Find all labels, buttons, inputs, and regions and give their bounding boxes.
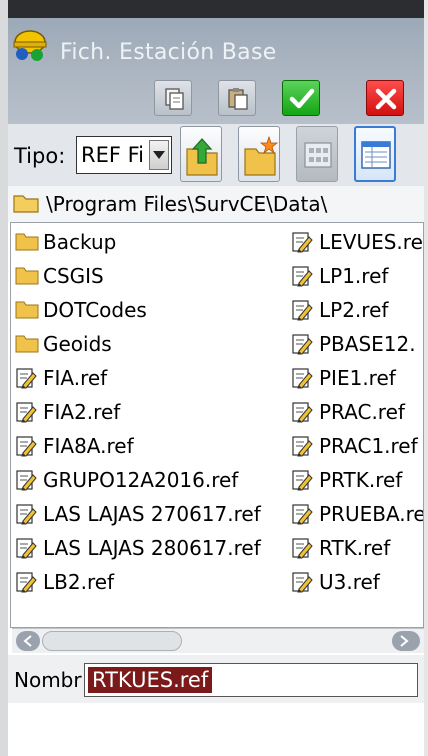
folder-icon	[15, 265, 39, 290]
list-item-label: PRAC1.ref	[319, 434, 418, 458]
folder-icon	[15, 299, 39, 324]
window-title: Fich. Estación Base	[60, 40, 277, 65]
icon-view-icon	[304, 142, 332, 168]
list-item-label: RTK.ref	[319, 536, 391, 560]
surveyor-helmet-icon	[13, 30, 47, 61]
new-folder-icon	[244, 135, 279, 176]
copy-icon	[165, 88, 184, 110]
horizontal-scrollbar[interactable]	[12, 628, 424, 653]
dropdown-arrow[interactable]	[149, 140, 169, 170]
ref-file-icon	[15, 367, 37, 394]
list-item-label: PRUEBA.re	[319, 502, 424, 526]
scroll-left-button[interactable]	[16, 631, 40, 651]
current-path: \Program Files\SurvCE\Data\	[46, 192, 328, 216]
ref-file-icon	[291, 367, 313, 394]
list-item-label: LP2.ref	[319, 298, 389, 322]
filename-input[interactable]: RTKUES.ref	[84, 663, 418, 697]
list-item-label: LB2.ref	[43, 570, 115, 594]
ref-file-icon	[15, 401, 37, 428]
filename-label: Nombr	[14, 668, 82, 692]
ref-file-icon	[15, 469, 37, 496]
ref-file-icon	[15, 435, 37, 462]
bottom-empty-area	[8, 703, 424, 756]
up-folder-icon	[186, 138, 218, 176]
list-item-label: PBASE12.	[319, 332, 416, 356]
title-bar: Fich. Estación Base	[8, 18, 424, 125]
ref-file-icon	[291, 299, 313, 326]
ref-file-icon	[15, 537, 37, 564]
ref-file-icon	[291, 469, 313, 496]
list-item-label: Backup	[43, 230, 117, 254]
list-item-label: PRAC.ref	[319, 400, 405, 424]
ref-file-icon	[291, 503, 313, 530]
current-path-bar: \Program Files\SurvCE\Data\	[8, 186, 424, 222]
ref-file-icon	[291, 537, 313, 564]
file-type-select[interactable]: REF Fi	[76, 136, 172, 174]
list-item-label: LAS LAJAS 280617.ref	[43, 536, 261, 560]
ref-file-icon	[291, 571, 313, 598]
new-folder-button[interactable]	[238, 126, 280, 182]
chevron-right-icon	[400, 635, 409, 647]
cancel-x-icon	[375, 88, 397, 110]
ref-file-icon	[291, 265, 313, 292]
list-item-label: FIA2.ref	[43, 400, 121, 424]
list-view-icon	[361, 141, 391, 169]
filename-value: RTKUES.ref	[88, 667, 213, 693]
list-item-label: PRTK.ref	[319, 468, 403, 492]
file-list[interactable]: Backup CSGIS DOTCodes Geoids FIA.ref FIA2.ref…	[10, 222, 424, 628]
ref-file-icon	[291, 435, 313, 462]
folder-icon	[15, 231, 39, 256]
list-item-label: FIA8A.ref	[43, 434, 134, 458]
list-item-label: DOTCodes	[43, 298, 147, 322]
list-view-button[interactable]	[354, 126, 396, 182]
list-item-label: PIE1.ref	[319, 366, 396, 390]
ref-file-icon	[15, 503, 37, 530]
tipo-label: Tipo:	[14, 144, 66, 168]
filter-toolbar: Tipo: REF Fi	[8, 124, 424, 186]
open-folder-icon	[13, 195, 39, 213]
list-item-label: U3.ref	[319, 570, 380, 594]
ref-file-icon	[15, 571, 37, 598]
ok-button[interactable]	[282, 80, 320, 116]
ref-file-icon	[291, 333, 313, 360]
paste-icon	[228, 88, 248, 110]
list-item-label: FIA.ref	[43, 366, 108, 390]
list-item-label: LAS LAJAS 270617.ref	[43, 502, 261, 526]
cancel-button[interactable]	[366, 80, 404, 116]
folder-icon	[15, 333, 39, 358]
file-type-value: REF Fi	[81, 143, 144, 167]
copy-button[interactable]	[154, 80, 192, 116]
list-item-label: GRUPO12A2016.ref	[43, 468, 239, 492]
scroll-thumb[interactable]	[42, 631, 182, 651]
list-item-label: LP1.ref	[319, 264, 389, 288]
list-item-label: Geoids	[43, 332, 112, 356]
scroll-right-button[interactable]	[392, 631, 420, 651]
ref-file-icon	[291, 401, 313, 428]
list-item-label: LEVUES.re	[319, 230, 423, 254]
list-item-label: CSGIS	[43, 264, 104, 288]
filename-row: Nombr RTKUES.ref	[8, 655, 424, 703]
chevron-down-icon	[153, 151, 165, 159]
paste-button[interactable]	[218, 80, 256, 116]
ref-file-icon	[291, 231, 313, 258]
icon-view-button[interactable]	[296, 126, 338, 182]
up-folder-button[interactable]	[180, 126, 222, 182]
ok-checkmark-icon	[289, 88, 315, 109]
chevron-left-icon	[23, 635, 32, 647]
